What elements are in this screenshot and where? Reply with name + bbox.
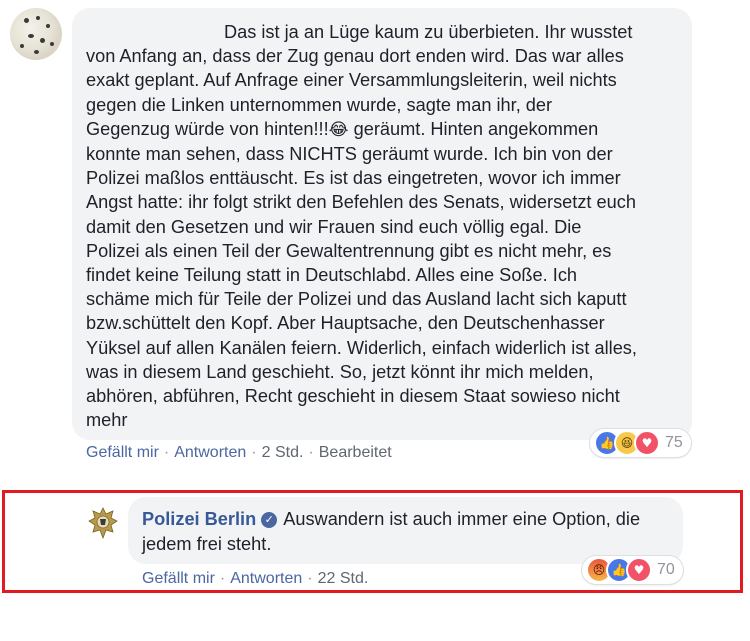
reactions-summary[interactable]: 😠 👍 ♥ 70 [582,556,683,584]
timestamp[interactable]: 2 Std. [262,444,304,461]
like-link[interactable]: Gefällt mir [86,444,159,461]
like-link[interactable]: Gefällt mir [142,570,215,587]
comment-text: Das ist ja an Lüge kaum zu überbieten. I… [86,22,637,431]
edited-label[interactable]: Bearbeitet [319,444,392,461]
police-star-icon [88,507,118,539]
love-icon: ♥ [634,430,660,456]
reply-text: Polizei Berlin ✓ Auswandern ist auch immer… [142,507,672,556]
love-icon: ♥ [626,557,652,583]
author-name[interactable]: Polizei Berlin [142,509,256,529]
police-badge-avatar[interactable] [86,506,120,540]
reply-link[interactable]: Antworten [230,570,302,587]
verified-badge-icon: ✓ [261,512,278,528]
commenter-avatar[interactable] [10,8,62,60]
reaction-count: 75 [665,434,683,451]
reactions-summary[interactable]: 👍 😆 ♥ 75 [590,429,691,457]
reply-link[interactable]: Antworten [174,444,246,461]
reply-actions: Gefällt mir · Antworten · 22 Std. [142,570,369,587]
comment-actions: Gefällt mir · Antworten · 2 Std. · Bearbeitet [86,444,392,461]
timestamp[interactable]: 22 Std. [318,570,369,587]
reaction-count: 70 [657,561,675,578]
tears-of-joy-emoji-icon: 😂 [328,119,349,140]
